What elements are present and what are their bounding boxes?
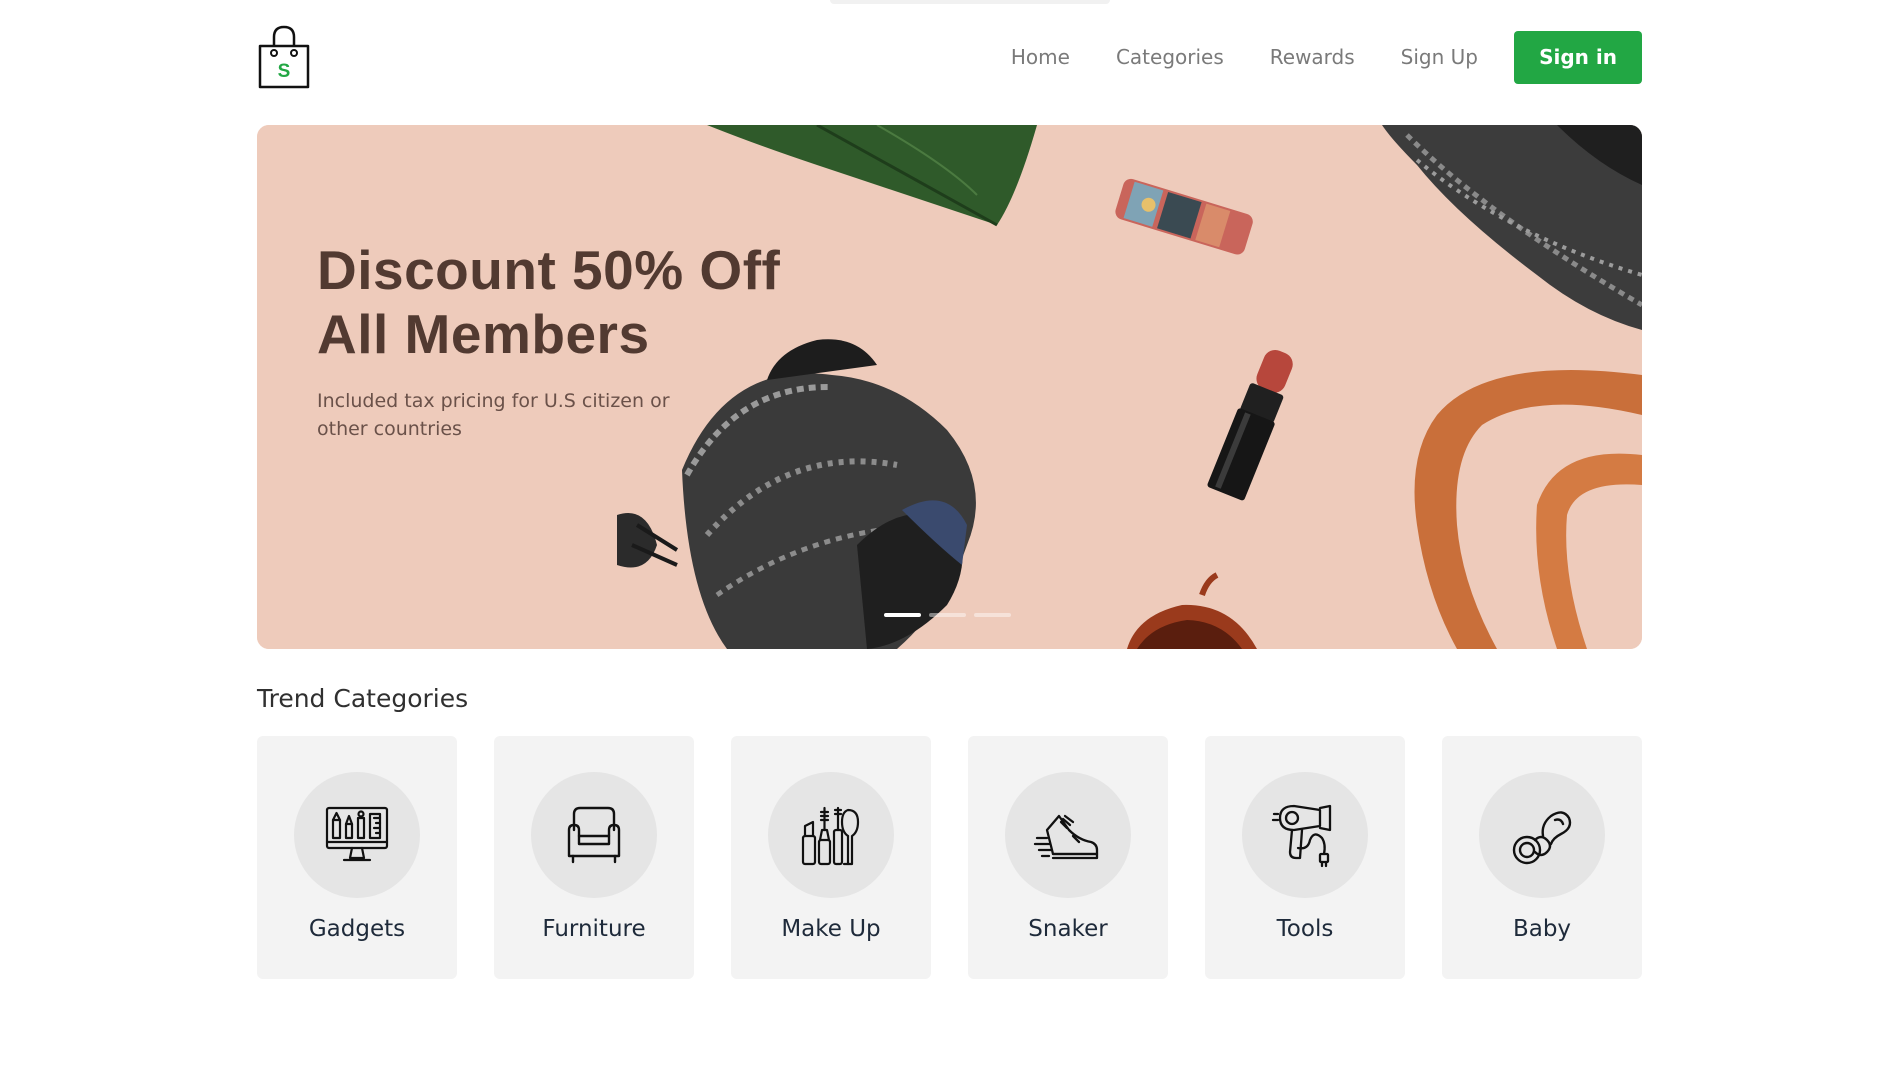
- category-icon-circle: [294, 772, 420, 898]
- carousel-dot-2[interactable]: [929, 613, 966, 617]
- category-card-make-up[interactable]: Make Up: [731, 736, 931, 979]
- category-label: Gadgets: [308, 916, 406, 942]
- hero-banner[interactable]: Discount 50% Off All Members Included ta…: [257, 125, 1642, 649]
- nav-link-home[interactable]: Home: [1011, 45, 1070, 69]
- category-icon-circle: [1005, 772, 1131, 898]
- category-card-tools[interactable]: Tools: [1205, 736, 1405, 979]
- category-icon-circle: [1479, 772, 1605, 898]
- nav-menu: Home Categories Rewards Sign Up Sign in: [1011, 24, 1642, 90]
- sign-in-button[interactable]: Sign in: [1514, 30, 1642, 84]
- top-dropdown-edge: [830, 0, 1110, 4]
- category-card-snaker[interactable]: Snaker: [968, 736, 1168, 979]
- carousel-indicators: [884, 613, 1011, 617]
- nav-link-rewards[interactable]: Rewards: [1270, 45, 1355, 69]
- category-list: Gadgets Furniture Make Up Snaker Tools B…: [257, 736, 1642, 979]
- shopping-bag-dollar-icon[interactable]: S: [257, 24, 311, 90]
- makeup-icon: [801, 806, 860, 866]
- hero-title: Discount 50% Off All Members: [317, 238, 780, 366]
- category-label: Furniture: [542, 916, 646, 942]
- section-title-trend-categories: Trend Categories: [257, 684, 469, 713]
- hero-title-line-2: All Members: [317, 303, 650, 365]
- pacifier-icon: [1512, 811, 1572, 865]
- category-icon-circle: [531, 772, 657, 898]
- category-label: Baby: [1512, 916, 1572, 942]
- hero-subtitle: Included tax pricing for U.S citizen or …: [317, 390, 670, 440]
- sneaker-icon: [1033, 814, 1099, 860]
- category-label: Snaker: [1028, 916, 1108, 942]
- category-label: Tools: [1276, 916, 1334, 942]
- carousel-dot-3[interactable]: [974, 613, 1011, 617]
- category-card-furniture[interactable]: Furniture: [494, 736, 694, 979]
- nav-link-categories[interactable]: Categories: [1116, 45, 1224, 69]
- category-label: Make Up: [781, 916, 881, 942]
- monitor-tools-icon: [325, 806, 389, 862]
- category-card-baby[interactable]: Baby: [1442, 736, 1642, 979]
- hair-dryer-icon: [1271, 804, 1332, 868]
- category-card-gadgets[interactable]: Gadgets: [257, 736, 457, 979]
- category-icon-circle: [1242, 772, 1368, 898]
- carousel-dot-1[interactable]: [884, 613, 921, 617]
- category-icon-circle: [768, 772, 894, 898]
- svg-text:S: S: [278, 61, 291, 82]
- navbar: S Home Categories Rewards Sign Up Sign i…: [257, 24, 1642, 90]
- nav-link-sign-up[interactable]: Sign Up: [1401, 45, 1478, 69]
- hero-title-line-1: Discount 50% Off: [317, 239, 781, 301]
- armchair-icon: [567, 806, 621, 864]
